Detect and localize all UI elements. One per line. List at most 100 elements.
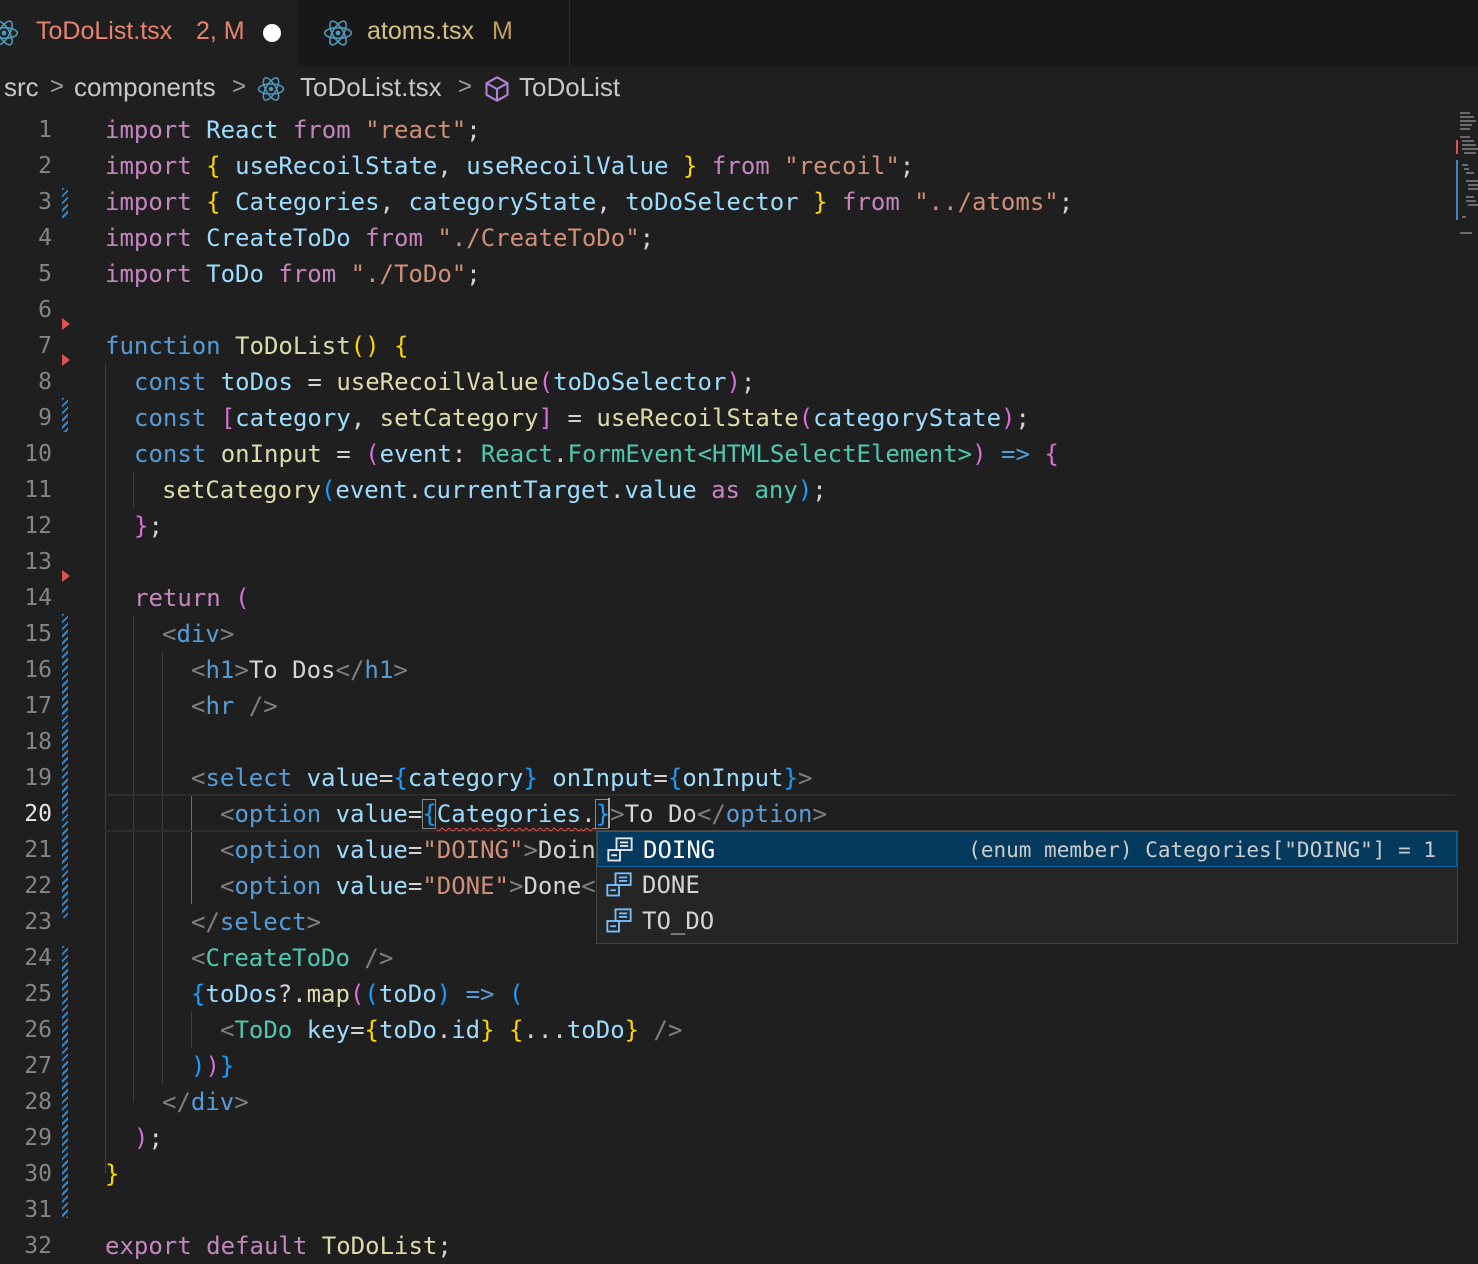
token: ; — [1058, 188, 1074, 216]
code-line: 30 } — [0, 1156, 1478, 1192]
line-number: 8 — [38, 369, 52, 395]
breadcrumb-item-src[interactable]: src — [4, 72, 39, 103]
breadcrumb-item-symbol[interactable]: ToDoList — [519, 72, 620, 103]
token: setCategory — [379, 404, 539, 432]
suggest-item[interactable]: TO_DO — [597, 903, 1457, 939]
token: = — [378, 764, 394, 792]
token: > — [957, 440, 973, 468]
minimap[interactable] — [1454, 112, 1478, 242]
token: import — [105, 260, 192, 288]
token: = — [321, 440, 366, 468]
breadcrumb-item-components[interactable]: components — [74, 72, 216, 103]
autocomplete-suggest-widget[interactable]: DOING (enum member) Categories["DOING"] … — [596, 830, 1458, 944]
token: /> — [639, 1016, 683, 1044]
token: . — [553, 440, 568, 468]
code-line: 3 import { Categories, categoryState, to… — [0, 184, 1478, 220]
token: import — [105, 152, 192, 180]
token: value — [335, 872, 408, 900]
enum-member-icon — [607, 837, 633, 862]
suggest-detail: (enum member) Categories["DOING"] = 1 — [968, 838, 1436, 862]
react-icon — [0, 20, 19, 46]
token: toDoSelector — [625, 188, 799, 216]
breadcrumb: src > components > ToDoList.tsx > ToDoLi… — [0, 66, 1478, 112]
token: } — [219, 1052, 235, 1080]
token: toDo — [378, 980, 437, 1008]
code-text: <option value="DONE">Done< — [220, 868, 596, 904]
token: ) — [972, 440, 987, 468]
token: CreateToDo — [205, 944, 350, 972]
line-number: 31 — [24, 1197, 52, 1223]
unsaved-dot-icon[interactable] — [263, 24, 281, 42]
token: < — [220, 1016, 235, 1044]
line-number: 28 — [24, 1089, 52, 1115]
token: = — [350, 1016, 365, 1044]
code-line: 15 <div> — [0, 616, 1478, 652]
suggest-label: DOING — [643, 836, 716, 864]
suggest-item[interactable]: DOING (enum member) Categories["DOING"] … — [597, 831, 1457, 867]
token: React — [480, 440, 554, 468]
token: div — [176, 620, 220, 648]
token: ) — [134, 1124, 149, 1152]
token: option — [234, 872, 322, 900]
line-number: 5 — [38, 261, 52, 287]
token: < — [191, 944, 206, 972]
code-line: 27 ))} — [0, 1048, 1478, 1084]
token: ; — [466, 260, 481, 288]
token: > — [812, 800, 827, 828]
token: > — [234, 656, 249, 684]
token: = — [407, 800, 423, 828]
code-line: 26 <ToDo key={toDo.id} {...toDo} /> — [0, 1012, 1478, 1048]
token: Done — [523, 872, 582, 900]
text-cursor — [608, 798, 610, 828]
token: } — [480, 1016, 495, 1044]
token: { — [509, 1016, 524, 1044]
token: ( — [798, 404, 814, 432]
token: </ — [162, 1088, 191, 1116]
token: > — [219, 620, 235, 648]
line-number: 9 — [38, 405, 52, 431]
code-line: 6 — [0, 292, 1478, 328]
token: export — [105, 1232, 192, 1260]
token: < — [191, 764, 206, 792]
token: value — [335, 800, 408, 828]
breadcrumb-item-file[interactable]: ToDoList.tsx — [300, 72, 442, 103]
line-number: 16 — [24, 657, 52, 683]
token: Categories — [235, 188, 380, 216]
token: > — [523, 836, 538, 864]
token: } — [624, 1016, 640, 1044]
token: () — [350, 332, 380, 360]
token: { — [364, 1016, 379, 1044]
code-line: 11 setCategory(event.currentTarget.value… — [0, 472, 1478, 508]
code-text: <hr /> — [191, 688, 278, 724]
line-number: 19 — [24, 765, 52, 791]
tab-bar: ToDoList.tsx 2, M atoms.tsx M — [0, 0, 1478, 66]
code-text: function ToDoList() { — [105, 328, 408, 364]
token: ; — [148, 512, 163, 540]
tab-todolist[interactable]: ToDoList.tsx 2, M — [0, 0, 298, 66]
token: onInput — [552, 764, 654, 792]
token: ( — [364, 980, 379, 1008]
token: const — [134, 440, 207, 468]
token: select — [219, 908, 307, 936]
suggest-item[interactable]: DONE — [597, 867, 1457, 903]
token: "../atoms" — [914, 188, 1059, 216]
line-number: 15 — [24, 621, 52, 647]
token: ) — [191, 1052, 206, 1080]
token: ( — [508, 980, 524, 1008]
code-editor[interactable]: 1 import React from "react"; 2 import { … — [0, 112, 1478, 1262]
code-text: <div> — [162, 616, 234, 652]
token: currentTarget — [422, 476, 610, 504]
token: useRecoilValue — [466, 152, 669, 180]
token: , — [437, 152, 467, 180]
tab-atoms[interactable]: atoms.tsx M — [298, 0, 570, 66]
code-line: 10 const onInput = (event: React.FormEve… — [0, 436, 1478, 472]
